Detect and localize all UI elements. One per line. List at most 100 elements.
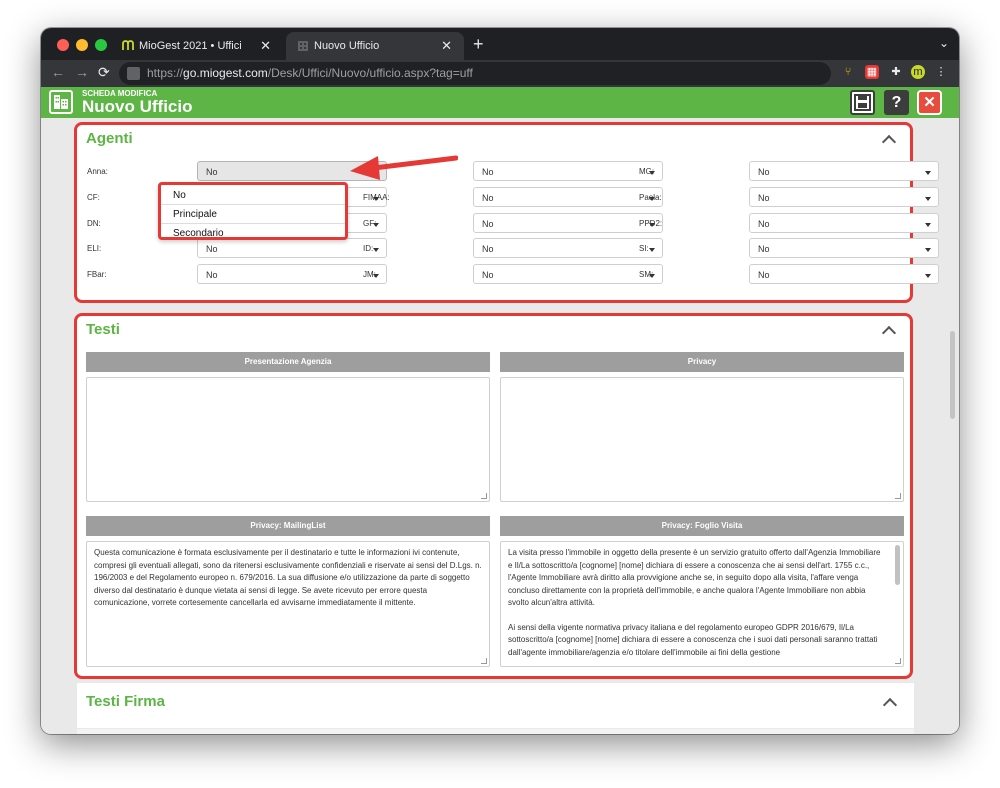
field-label-ppd2: PPD2: bbox=[639, 219, 663, 228]
field-label-cf: CF: bbox=[87, 193, 100, 202]
dropdown-option-no[interactable]: No bbox=[173, 190, 186, 201]
caret-down-icon bbox=[925, 171, 931, 175]
caret-down-icon bbox=[925, 197, 931, 201]
select-sm[interactable]: No bbox=[749, 264, 939, 284]
select-jm[interactable]: No bbox=[473, 264, 663, 284]
tab-title: Nuovo Ufficio bbox=[314, 40, 380, 52]
select-gf[interactable]: No bbox=[473, 213, 663, 233]
presentazione-textarea[interactable] bbox=[86, 377, 490, 502]
field-label-fbar: FBar: bbox=[87, 270, 107, 279]
divider bbox=[161, 223, 345, 224]
mailinglist-header: Privacy: MailingList bbox=[86, 516, 490, 536]
select-si[interactable]: No bbox=[749, 238, 939, 258]
page-title: Nuovo Ufficio bbox=[82, 97, 193, 116]
profile-avatar[interactable]: m bbox=[911, 65, 925, 79]
caret-down-icon bbox=[925, 223, 931, 227]
caret-down-icon bbox=[373, 248, 379, 252]
section-title: Testi bbox=[86, 321, 120, 338]
site-info-icon[interactable] bbox=[127, 67, 140, 80]
divider bbox=[161, 204, 345, 205]
field-label-sm: SM: bbox=[639, 270, 654, 279]
miogest-favicon-icon bbox=[122, 40, 134, 50]
foglio-visita-textarea[interactable]: La visita presso l'immobile in oggetto d… bbox=[500, 541, 904, 667]
testi-firma-section: Testi Firma bbox=[77, 683, 914, 728]
back-arrow-icon[interactable]: ← bbox=[51, 64, 65, 80]
select-id[interactable]: No bbox=[473, 238, 663, 258]
textarea-scrollbar[interactable] bbox=[895, 545, 900, 585]
page-scrollbar[interactable] bbox=[950, 331, 955, 419]
select-fimaa[interactable]: No bbox=[473, 187, 663, 207]
presentazione-header: Presentazione Agenzia bbox=[86, 352, 490, 372]
new-tab-button[interactable]: + bbox=[473, 34, 484, 55]
maximize-window-button[interactable] bbox=[95, 39, 107, 51]
tab-nuovo-ufficio[interactable]: Nuovo Ufficio ✕ bbox=[286, 32, 464, 60]
resize-grip-icon[interactable] bbox=[481, 493, 487, 499]
section-title: Agenti bbox=[86, 130, 133, 147]
help-button[interactable]: ? bbox=[884, 90, 909, 115]
field-label-gf: GF: bbox=[363, 219, 377, 228]
url-text: https://go.miogest.com/Desk/Uffici/Nuovo… bbox=[147, 66, 473, 80]
resize-grip-icon[interactable] bbox=[481, 658, 487, 664]
dropdown-option-secondario[interactable]: Secondario bbox=[173, 228, 224, 239]
select-eli[interactable]: No bbox=[197, 238, 387, 258]
tab-title: MioGest 2021 • Uffici bbox=[139, 40, 242, 52]
caret-down-icon bbox=[925, 274, 931, 278]
foglio-visita-paragraph: La visita presso l'immobile in oggetto d… bbox=[508, 548, 881, 607]
field-label-mg: MG: bbox=[639, 167, 655, 176]
select-agent[interactable]: No bbox=[473, 161, 663, 181]
building-favicon-icon bbox=[298, 41, 308, 51]
extensions-puzzle-icon[interactable]: ✚ bbox=[889, 65, 903, 79]
tab-miogest-uffici[interactable]: MioGest 2021 • Uffici ✕ bbox=[111, 32, 283, 60]
chevron-up-icon[interactable] bbox=[881, 134, 897, 150]
divider bbox=[77, 729, 914, 734]
anna-dropdown-list: No Principale Secondario bbox=[158, 182, 348, 240]
mailinglist-textarea[interactable]: Questa comunicazione è formata esclusiva… bbox=[86, 541, 490, 667]
mailinglist-text: Questa comunicazione è formata esclusiva… bbox=[94, 548, 482, 607]
resize-grip-icon[interactable] bbox=[895, 493, 901, 499]
field-label-dn: DN: bbox=[87, 219, 101, 228]
close-button[interactable]: ✕ bbox=[917, 90, 942, 115]
app-header: SCHEDA MODIFICA Nuovo Ufficio ? ✕ bbox=[41, 87, 959, 118]
field-label-eli: ELI: bbox=[87, 244, 102, 253]
field-label-si: SI: bbox=[639, 244, 649, 253]
minimize-window-button[interactable] bbox=[76, 39, 88, 51]
foglio-visita-paragraph: Ai sensi della vigente normativa privacy… bbox=[508, 622, 878, 657]
section-title: Testi Firma bbox=[86, 693, 165, 710]
caret-down-icon bbox=[925, 248, 931, 252]
resize-grip-icon[interactable] bbox=[895, 658, 901, 664]
chevron-up-icon[interactable] bbox=[881, 325, 897, 341]
field-label-anna: Anna: bbox=[87, 167, 108, 176]
tab-search-chevron-icon[interactable]: ⌄ bbox=[939, 36, 949, 50]
extension-calendar-icon[interactable]: ▦ bbox=[865, 65, 879, 79]
building-icon bbox=[49, 90, 73, 114]
caret-down-icon bbox=[649, 248, 655, 252]
annotation-arrow-icon bbox=[350, 155, 458, 180]
browser-toolbar: ← → ⟳ https://go.miogest.com/Desk/Uffici… bbox=[41, 60, 959, 87]
extension-fork-icon[interactable]: ⑂ bbox=[841, 65, 855, 79]
privacy-textarea[interactable] bbox=[500, 377, 904, 502]
browser-menu-icon[interactable]: ⋮ bbox=[934, 65, 948, 79]
address-bar[interactable]: https://go.miogest.com/Desk/Uffici/Nuovo… bbox=[119, 62, 831, 85]
select-ppd2[interactable]: No bbox=[749, 213, 939, 233]
forward-arrow-icon[interactable]: → bbox=[75, 64, 89, 80]
select-paola[interactable]: No bbox=[749, 187, 939, 207]
field-label-fimaa: FIMAA: bbox=[363, 193, 390, 202]
select-mg[interactable]: No bbox=[749, 161, 939, 181]
tab-close-icon[interactable]: ✕ bbox=[441, 38, 452, 54]
field-label-jm: JM: bbox=[363, 270, 376, 279]
tab-strip: MioGest 2021 • Uffici ✕ Nuovo Ufficio ✕ … bbox=[41, 28, 959, 60]
select-fbar[interactable]: No bbox=[197, 264, 387, 284]
chevron-up-icon[interactable] bbox=[882, 697, 898, 713]
field-label-id: ID: bbox=[363, 244, 374, 253]
field-label-paola: Paola: bbox=[639, 193, 662, 202]
reload-icon[interactable]: ⟳ bbox=[98, 64, 110, 81]
dropdown-option-principale[interactable]: Principale bbox=[173, 209, 217, 220]
foglio-visita-header: Privacy: Foglio Visita bbox=[500, 516, 904, 536]
close-window-button[interactable] bbox=[57, 39, 69, 51]
testi-section: Testi Presentazione Agenzia Privacy Priv… bbox=[74, 313, 913, 679]
floppy-disk-icon bbox=[854, 94, 871, 111]
tab-close-icon[interactable]: ✕ bbox=[260, 38, 271, 54]
privacy-header: Privacy bbox=[500, 352, 904, 372]
save-button[interactable] bbox=[850, 90, 875, 115]
browser-window: MioGest 2021 • Uffici ✕ Nuovo Ufficio ✕ … bbox=[41, 28, 959, 734]
